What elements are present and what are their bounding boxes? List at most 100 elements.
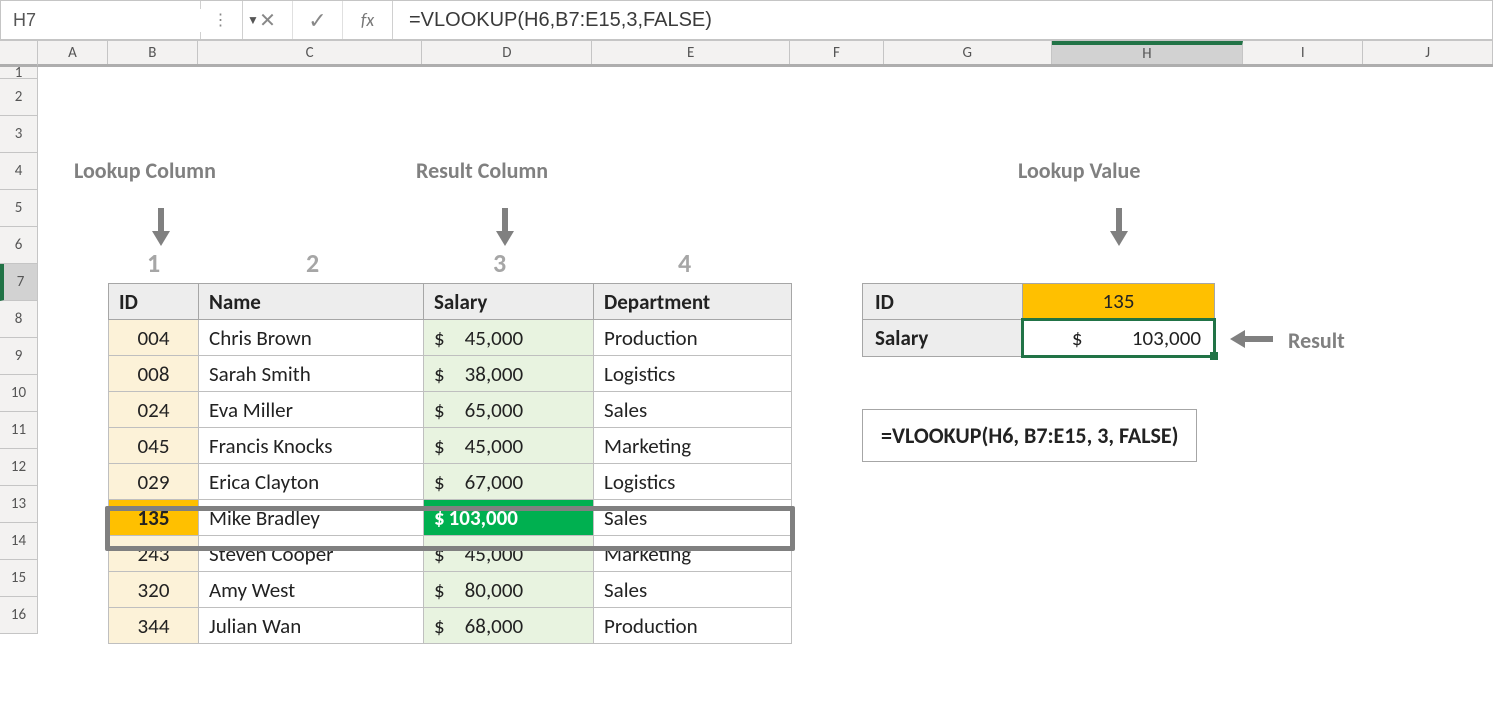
row-header-16[interactable]: 16 — [0, 597, 38, 634]
col-header-H[interactable]: H — [1052, 41, 1244, 64]
lookup-id-label[interactable]: ID — [863, 284, 1023, 320]
cell-dept[interactable]: Logistics — [594, 356, 792, 392]
cell-id[interactable]: 135 — [109, 500, 199, 536]
cell-name[interactable]: Chris Brown — [199, 320, 424, 356]
table-row[interactable]: 344Julian Wan$68,000Production — [109, 608, 792, 644]
enter-icon[interactable]: ✓ — [293, 1, 343, 39]
cell-dept[interactable]: Logistics — [594, 464, 792, 500]
lookup-salary-label[interactable]: Salary — [863, 320, 1023, 357]
formula-display-box: =VLOOKUP(H6, B7:E15, 3, FALSE) — [862, 409, 1197, 462]
row-header-13[interactable]: 13 — [0, 486, 38, 523]
table-row[interactable]: 004Chris Brown$45,000Production — [109, 320, 792, 356]
spreadsheet-grid[interactable]: A B C D E F G H I J 1 2 3 4 5 6 7 8 9 10… — [0, 40, 1493, 703]
col-header-J[interactable]: J — [1363, 41, 1493, 64]
cell-dept[interactable]: Sales — [594, 392, 792, 428]
cell-salary[interactable]: $45,000 — [424, 428, 594, 464]
header-name[interactable]: Name — [199, 284, 424, 320]
row-header-11[interactable]: 11 — [0, 412, 38, 449]
col-index-1: 1 — [147, 247, 160, 279]
col-header-F[interactable]: F — [790, 41, 884, 64]
cell-name[interactable]: Sarah Smith — [199, 356, 424, 392]
cell-salary[interactable]: $38,000 — [424, 356, 594, 392]
row-header-15[interactable]: 15 — [0, 560, 38, 597]
cell-id[interactable]: 008 — [109, 356, 199, 392]
col-header-G[interactable]: G — [884, 41, 1052, 64]
header-dept[interactable]: Department — [594, 284, 792, 320]
row-header-12[interactable]: 12 — [0, 449, 38, 486]
header-id[interactable]: ID — [109, 284, 199, 320]
cell-dept[interactable]: Sales — [594, 500, 792, 536]
cell-salary[interactable]: $65,000 — [424, 392, 594, 428]
cell-dept[interactable]: Sales — [594, 572, 792, 608]
row-headers: 1 2 3 4 5 6 7 8 9 10 11 12 13 14 15 16 — [0, 67, 38, 634]
col-index-2: 2 — [306, 247, 319, 279]
formula-input[interactable] — [393, 1, 1492, 39]
col-header-I[interactable]: I — [1243, 41, 1363, 64]
row-header-6[interactable]: 6 — [0, 227, 38, 264]
header-salary[interactable]: Salary — [424, 284, 594, 320]
cell-name[interactable]: Amy West — [199, 572, 424, 608]
cell-dept[interactable]: Marketing — [594, 428, 792, 464]
name-box[interactable]: ▼ — [1, 1, 201, 39]
lookup-salary-value: 103,000 — [1132, 325, 1201, 351]
cell-name[interactable]: Erica Clayton — [199, 464, 424, 500]
cell-salary[interactable]: $45,000 — [424, 536, 594, 572]
col-header-E[interactable]: E — [592, 41, 790, 64]
lookup-id-value[interactable]: 135 — [1023, 284, 1215, 320]
cell-id[interactable]: 243 — [109, 536, 199, 572]
table-row[interactable]: 029Erica Clayton$67,000Logistics — [109, 464, 792, 500]
row-header-5[interactable]: 5 — [0, 190, 38, 227]
row-header-9[interactable]: 9 — [0, 338, 38, 375]
col-header-C[interactable]: C — [198, 41, 423, 64]
row-header-4[interactable]: 4 — [0, 153, 38, 190]
cell-dept[interactable]: Production — [594, 608, 792, 644]
lookup-box[interactable]: ID 135 Salary $103,000 — [862, 283, 1216, 358]
col-index-3: 3 — [493, 247, 506, 279]
cell-salary[interactable]: $80,000 — [424, 572, 594, 608]
data-table[interactable]: ID Name Salary Department 004Chris Brown… — [108, 283, 792, 644]
col-header-A[interactable]: A — [38, 41, 108, 64]
arrow-left-icon — [1230, 330, 1245, 348]
cell-salary[interactable]: $68,000 — [424, 608, 594, 644]
cell-id[interactable]: 004 — [109, 320, 199, 356]
table-row[interactable]: 008Sarah Smith$38,000Logistics — [109, 356, 792, 392]
arrow-down-icon — [152, 231, 170, 246]
cell-id[interactable]: 045 — [109, 428, 199, 464]
table-row[interactable]: 320Amy West$80,000Sales — [109, 572, 792, 608]
table-row[interactable]: 135Mike Bradley$103,000Sales — [109, 500, 792, 536]
cell-id[interactable]: 029 — [109, 464, 199, 500]
table-row[interactable]: 024Eva Miller$65,000Sales — [109, 392, 792, 428]
cell-name[interactable]: Eva Miller — [199, 392, 424, 428]
row-header-7[interactable]: 7 — [0, 264, 38, 301]
cell-id[interactable]: 320 — [109, 572, 199, 608]
formula-bar: ▼ ⋮ ✕ ✓ fx — [0, 0, 1493, 40]
cell-dept[interactable]: Marketing — [594, 536, 792, 572]
label-lookup-column: Lookup Column — [74, 157, 216, 184]
row-header-1[interactable]: 1 — [0, 67, 38, 79]
cell-salary[interactable]: $67,000 — [424, 464, 594, 500]
cell-name[interactable]: Francis Knocks — [199, 428, 424, 464]
col-header-B[interactable]: B — [108, 41, 198, 64]
row-header-8[interactable]: 8 — [0, 301, 38, 338]
col-index-4: 4 — [678, 247, 691, 279]
cell-salary[interactable]: $45,000 — [424, 320, 594, 356]
lookup-result-cell[interactable]: $103,000 — [1023, 320, 1215, 357]
row-header-3[interactable]: 3 — [0, 116, 38, 153]
table-row[interactable]: 045Francis Knocks$45,000Marketing — [109, 428, 792, 464]
row-header-14[interactable]: 14 — [0, 523, 38, 560]
column-headers: A B C D E F G H I J — [38, 41, 1493, 67]
cell-name[interactable]: Steven Cooper — [199, 536, 424, 572]
cell-name[interactable]: Mike Bradley — [199, 500, 424, 536]
cell-id[interactable]: 024 — [109, 392, 199, 428]
cell-id[interactable]: 344 — [109, 608, 199, 644]
cell-name[interactable]: Julian Wan — [199, 608, 424, 644]
insert-function-icon[interactable]: fx — [343, 1, 393, 39]
row-header-2[interactable]: 2 — [0, 79, 38, 116]
cell-dept[interactable]: Production — [594, 320, 792, 356]
table-row[interactable]: 243Steven Cooper$45,000Marketing — [109, 536, 792, 572]
cancel-icon[interactable]: ✕ — [243, 1, 293, 39]
cell-salary[interactable]: $103,000 — [424, 500, 594, 536]
row-header-10[interactable]: 10 — [0, 375, 38, 412]
col-header-D[interactable]: D — [422, 41, 592, 64]
label-result: Result — [1288, 327, 1345, 354]
